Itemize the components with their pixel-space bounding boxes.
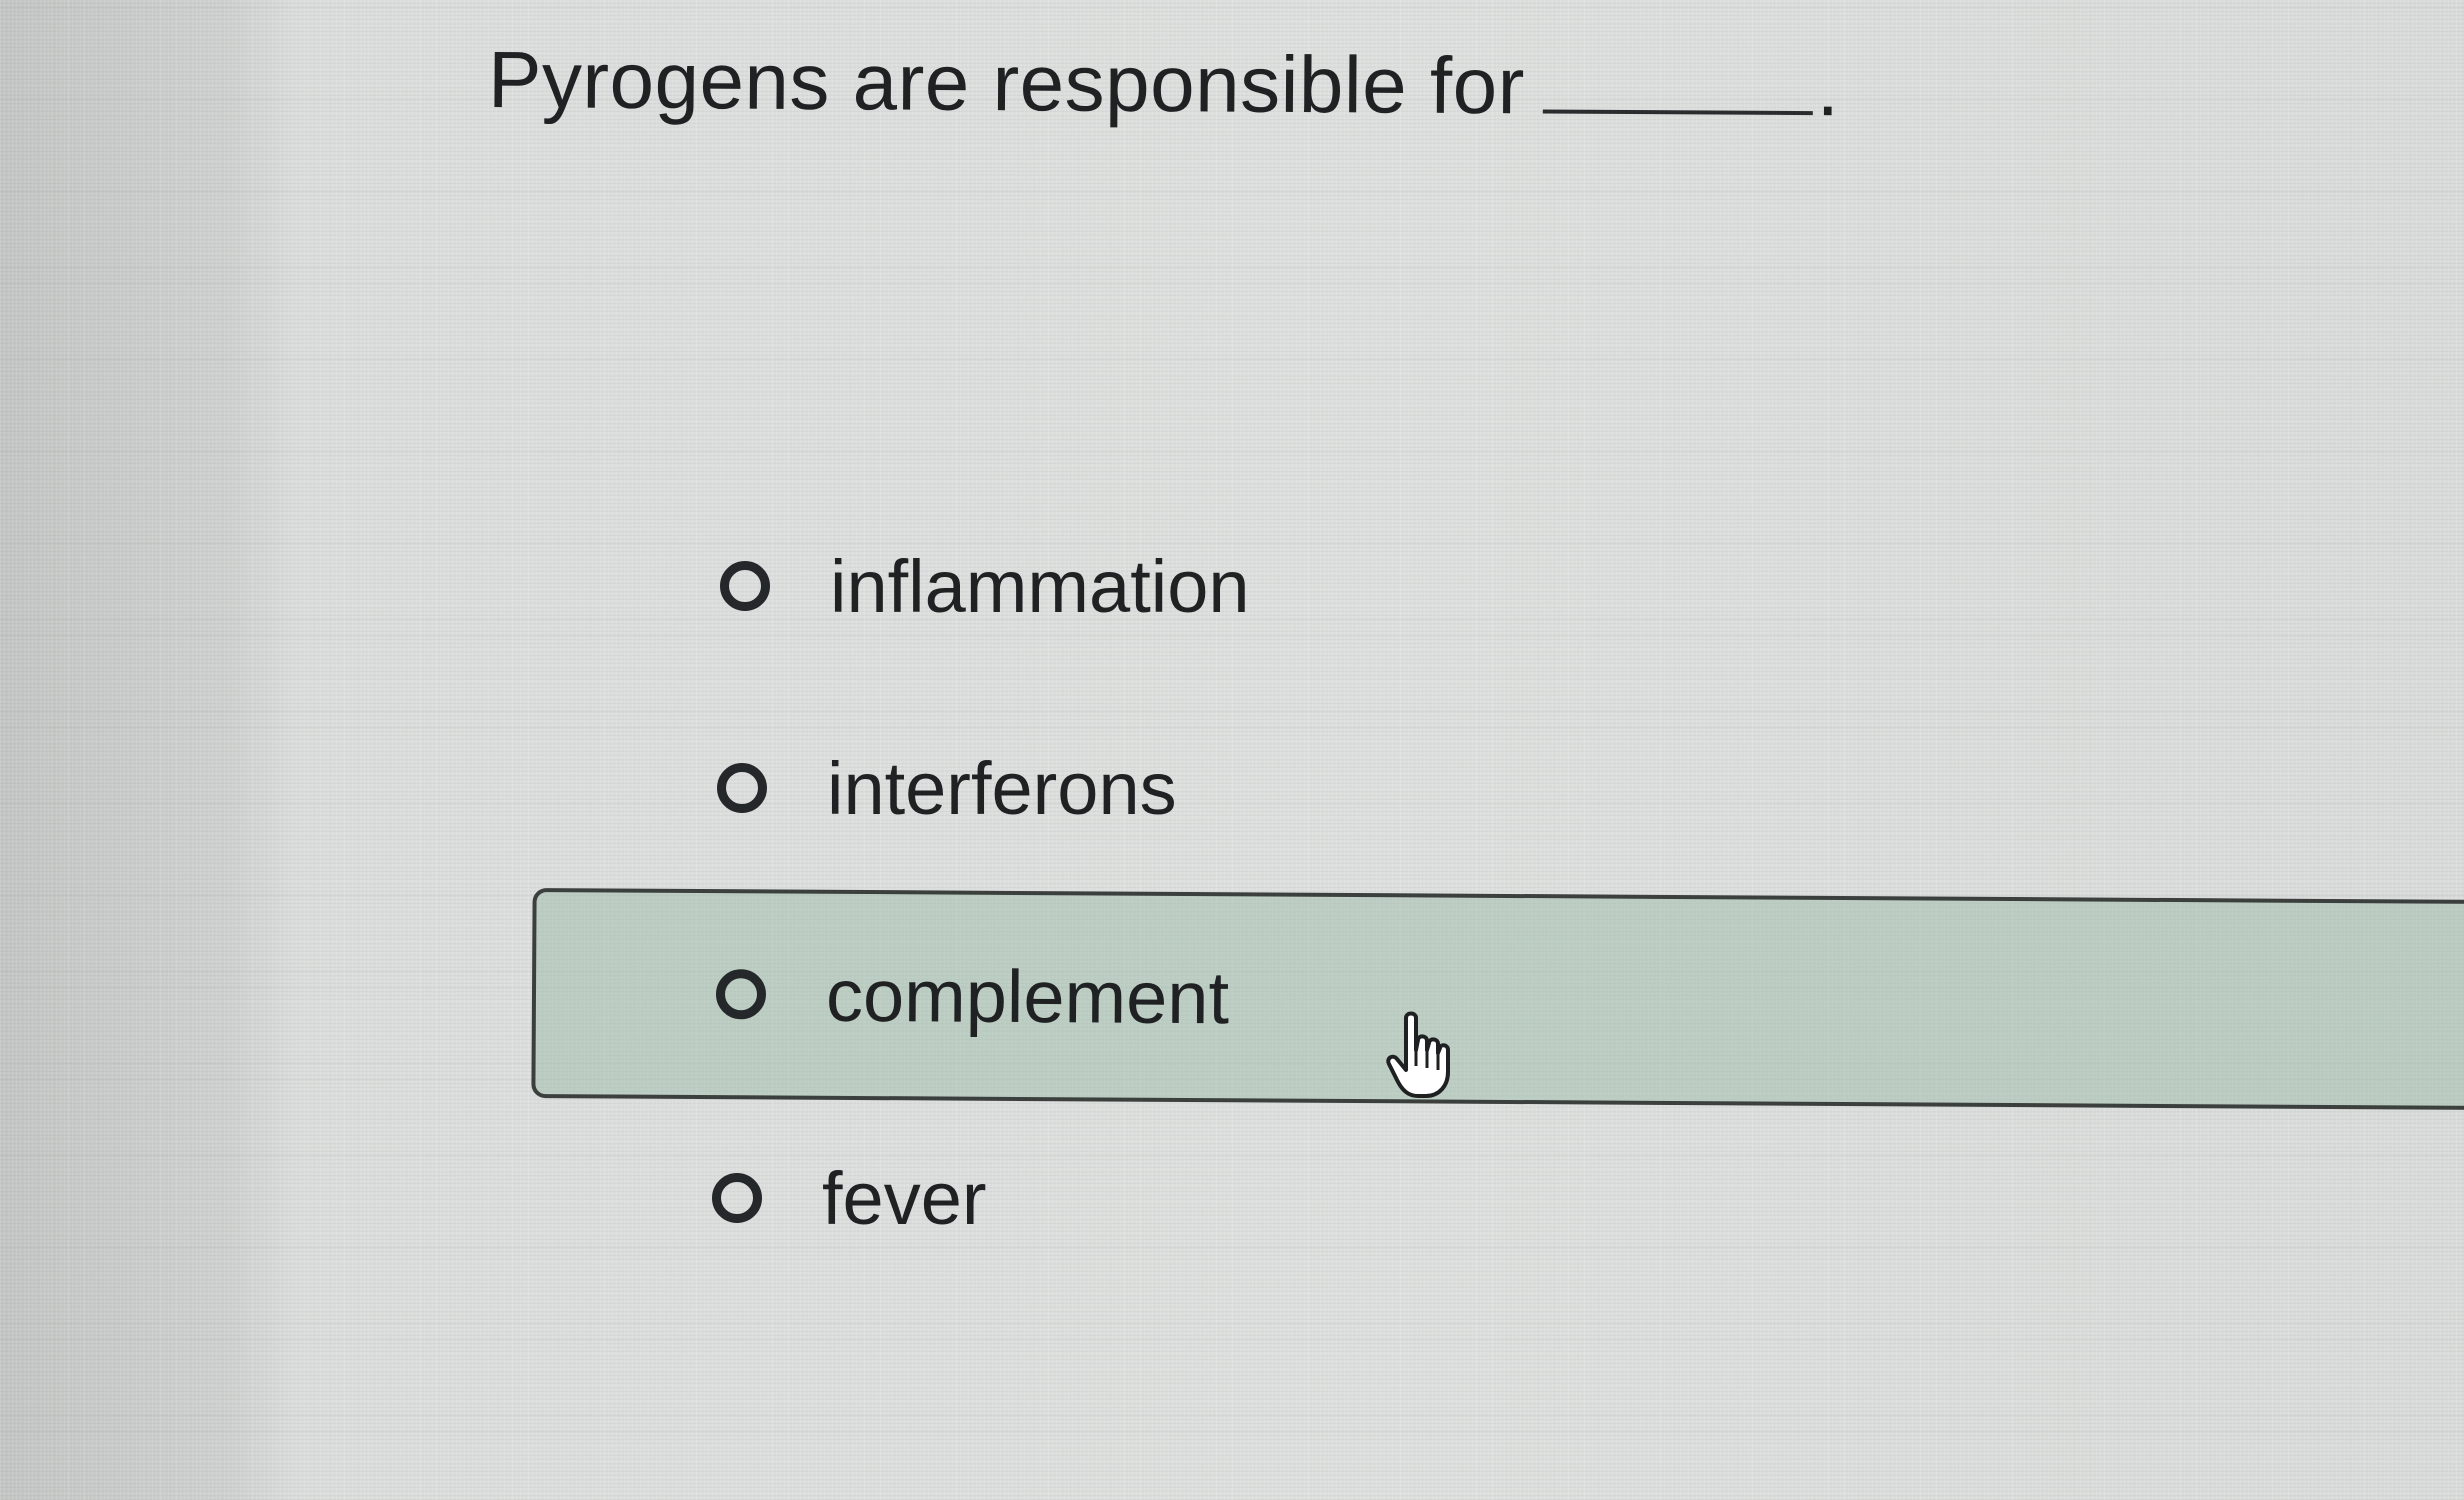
page-margin	[0, 0, 300, 1500]
choice-label: complement	[825, 953, 1230, 1039]
choice-label: inflammation	[830, 544, 1250, 628]
radio-button[interactable]	[712, 1173, 762, 1223]
radio-button[interactable]	[715, 969, 767, 1020]
choice-label: fever	[822, 1156, 987, 1240]
choice-inflammation[interactable]: inflammation	[720, 486, 1250, 686]
radio-button[interactable]	[720, 561, 770, 611]
choice-label: interferons	[827, 746, 1177, 830]
choice-fever[interactable]: fever	[712, 1098, 987, 1298]
answer-blank	[1542, 37, 1814, 116]
question-text: Pyrogens are responsible for	[487, 35, 1526, 131]
choice-interferons[interactable]: interferons	[717, 688, 1177, 888]
hand-pointer-icon	[1386, 1011, 1450, 1098]
question-period: .	[1816, 43, 1840, 133]
radio-button[interactable]	[717, 763, 767, 813]
choice-complement[interactable]: complement	[531, 888, 2464, 1110]
question-prompt: Pyrogens are responsible for.	[488, 30, 1840, 138]
